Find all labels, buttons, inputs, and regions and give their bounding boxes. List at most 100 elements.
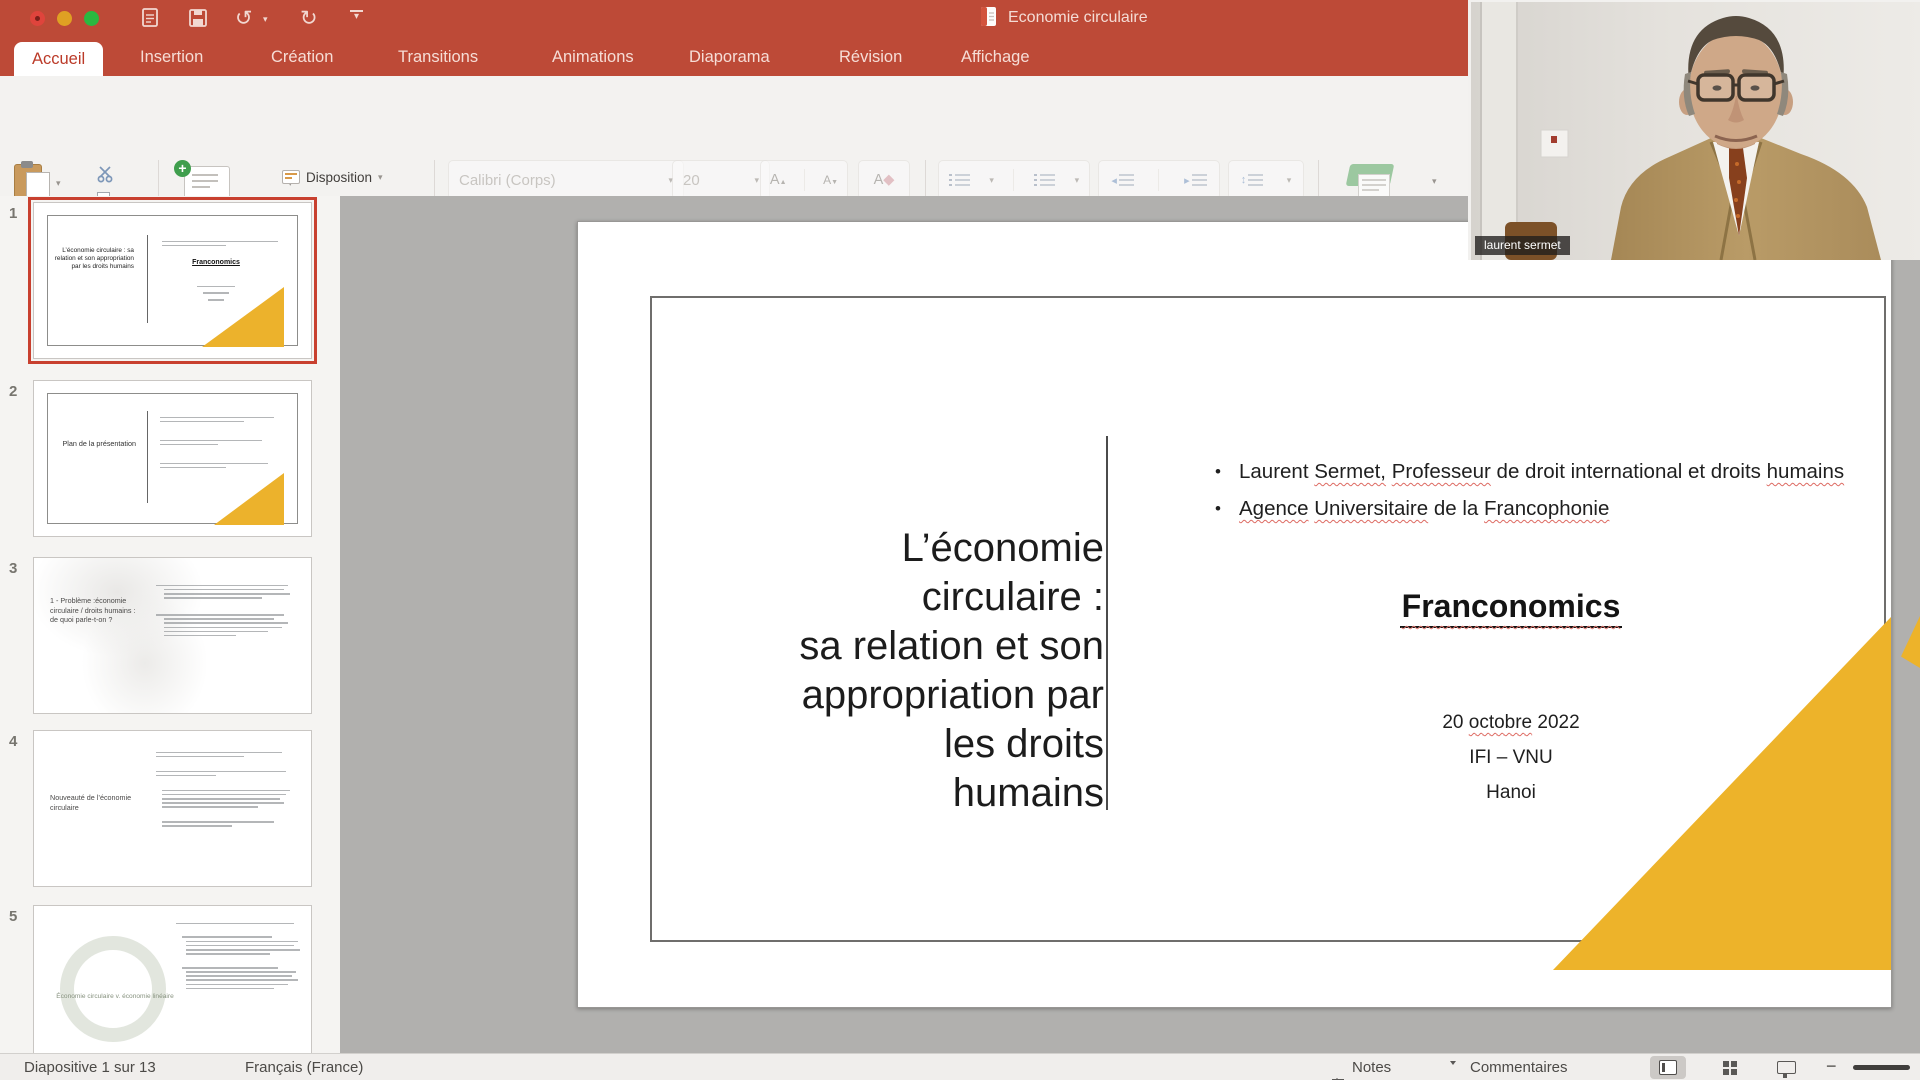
font-name-select[interactable]: Calibri (Corps) ▾	[448, 160, 684, 200]
line-spacing-button[interactable]: ↕ ▾	[1228, 160, 1304, 200]
title-line: humains	[708, 769, 1104, 818]
slide-thumbnail-5[interactable]: Économie circulaire v. économie linéaire	[33, 905, 312, 1053]
clear-format-icon: A◆	[874, 172, 895, 188]
slide-number-2: 2	[9, 383, 17, 400]
font-grow-shrink-group: A▲ A▼	[760, 160, 848, 200]
thumb-divider	[147, 235, 148, 323]
slide-thumbnail-1[interactable]: L’économie circulaire : sa relation et s…	[33, 202, 312, 359]
title-line: appropriation par	[708, 671, 1104, 720]
minimize-window-button[interactable]	[57, 11, 72, 26]
thumb-title: 1 - Problème :économie circulaire / droi…	[50, 596, 140, 625]
undo-dropdown-caret[interactable]: ▾	[263, 14, 268, 25]
increase-font-button[interactable]: A▲	[770, 171, 787, 189]
customize-toolbar-icon[interactable]: ▾	[350, 10, 363, 21]
thumb-title: Économie circulaire v. économie linéaire	[56, 992, 174, 1001]
slide-thumbnail-3[interactable]: 1 - Problème :économie circulaire / droi…	[33, 557, 312, 714]
cut-button[interactable]	[96, 164, 116, 189]
redo-icon[interactable]: ↻	[300, 7, 318, 31]
numbered-list-caret: ▾	[1075, 175, 1080, 186]
tab-affichage[interactable]: Affichage	[961, 48, 1030, 67]
layout-button[interactable]: Disposition ▾	[282, 164, 427, 190]
save-icon[interactable]	[188, 7, 208, 35]
font-name-value: Calibri (Corps)	[459, 172, 556, 189]
slide-canvas[interactable]: L’économie circulaire : sa relation et s…	[577, 221, 1892, 1008]
slide-title-textbox[interactable]: L’économie circulaire : sa relation et s…	[708, 524, 1104, 818]
webcam-overlay: laurent sermet	[1468, 0, 1920, 260]
numbered-list-button[interactable]	[1034, 174, 1055, 186]
font-size-caret: ▾	[754, 175, 759, 186]
thumb-divider	[147, 411, 148, 503]
thumb-title: Nouveauté de l’économie circulaire	[50, 793, 136, 812]
tab-creation[interactable]: Création	[271, 48, 333, 67]
bullet-item: Laurent Sermet, Professeur de droit inte…	[1138, 458, 1884, 486]
thumb-ring-graphic	[60, 936, 166, 1042]
zoom-window-button[interactable]	[84, 11, 99, 26]
layout-icon	[282, 170, 300, 184]
normal-view-button[interactable]	[1650, 1056, 1686, 1079]
zoom-slider[interactable]	[1853, 1065, 1910, 1070]
increase-indent-button[interactable]: ▸	[1184, 174, 1207, 187]
line-spacing-caret: ▾	[1287, 175, 1292, 186]
slide-panel: 1 2 3 4 5 L’économie circulaire : sa rel…	[0, 196, 341, 1053]
comments-toggle[interactable]: Commentaires	[1470, 1059, 1568, 1076]
slideshow-icon	[1777, 1061, 1796, 1074]
status-bar: Diapositive 1 sur 13 Français (France) N…	[0, 1053, 1920, 1080]
grid-view-icon	[1723, 1061, 1737, 1075]
slide-thumbnail-4[interactable]: Nouveauté de l’économie circulaire	[33, 730, 312, 887]
slide-sorter-view-button[interactable]	[1712, 1056, 1748, 1079]
title-line: circulaire :	[708, 573, 1104, 622]
tab-revision[interactable]: Révision	[839, 48, 902, 67]
tab-insertion[interactable]: Insertion	[140, 48, 203, 67]
decrease-indent-button[interactable]: ◂	[1111, 174, 1134, 187]
slide-divider-line	[1106, 436, 1108, 810]
new-presentation-icon[interactable]	[141, 7, 161, 35]
powerpoint-doc-icon	[981, 7, 996, 26]
list-buttons-group: ▾ ▾	[938, 160, 1090, 200]
powerpoint-window: ↺ ▾ ↻ ▾ Economie circulaire Accueil Inse…	[0, 0, 1920, 1080]
slide-edge-artifact	[1901, 616, 1920, 668]
tab-accueil[interactable]: Accueil	[14, 42, 103, 76]
tab-animations[interactable]: Animations	[552, 48, 634, 67]
slide-bullets-textbox[interactable]: Laurent Sermet, Professeur de droit inte…	[1138, 458, 1884, 532]
paste-dropdown-caret[interactable]: ▾	[56, 178, 61, 189]
thumb-title: L’économie circulaire : sa relation et s…	[52, 247, 134, 270]
bullet-item: Agence Universitaire de la Francophonie	[1138, 495, 1884, 523]
undo-icon[interactable]: ↺	[235, 7, 253, 31]
bullet-list-caret: ▾	[989, 175, 994, 186]
webcam-name-label: laurent sermet	[1475, 236, 1570, 255]
brand-word: Franconomics	[1402, 588, 1621, 624]
thumb-brand: Franconomics	[152, 259, 280, 266]
slide-thumbnail-2[interactable]: Plan de la présentation	[33, 380, 312, 537]
slide-brand-text[interactable]: Franconomics	[1138, 588, 1884, 628]
slide-editor-area: L’économie circulaire : sa relation et s…	[340, 196, 1920, 1053]
thumb-title: Plan de la présentation	[50, 439, 136, 448]
font-size-select[interactable]: 20 ▾	[672, 160, 770, 200]
layout-label: Disposition	[306, 170, 372, 185]
tab-diaporama[interactable]: Diaporama	[689, 48, 770, 67]
close-window-button[interactable]	[30, 11, 45, 26]
tab-label: Accueil	[32, 50, 85, 68]
title-line: L’économie	[708, 524, 1104, 573]
normal-view-icon	[1659, 1060, 1677, 1075]
layout-dropdown-caret: ▾	[378, 172, 383, 183]
language-indicator[interactable]: Français (France)	[245, 1059, 363, 1076]
smartart-dropdown-caret: ▾	[1432, 176, 1437, 187]
decrease-font-button[interactable]: A▼	[823, 171, 838, 189]
webcam-video	[1471, 2, 1920, 260]
bullet-list-button[interactable]	[949, 174, 970, 186]
notes-icon	[1332, 1061, 1344, 1080]
title-line: les droits	[708, 720, 1104, 769]
zoom-out-button[interactable]: −	[1826, 1056, 1837, 1077]
clear-format-button[interactable]: A◆	[858, 160, 910, 200]
slide-number-1: 1	[9, 205, 17, 222]
slide-number-3: 3	[9, 560, 17, 577]
slide-number-5: 5	[9, 908, 17, 925]
document-title: Economie circulaire	[1008, 9, 1148, 27]
date-line: 20 octobre 2022	[1138, 705, 1884, 740]
tab-transitions[interactable]: Transitions	[398, 48, 478, 67]
notes-toggle[interactable]: Notes	[1352, 1059, 1391, 1076]
indent-buttons-group: ◂ ▸	[1098, 160, 1220, 200]
font-size-value: 20	[683, 172, 700, 189]
slide-number-4: 4	[9, 733, 17, 750]
slideshow-view-button[interactable]	[1768, 1056, 1804, 1079]
